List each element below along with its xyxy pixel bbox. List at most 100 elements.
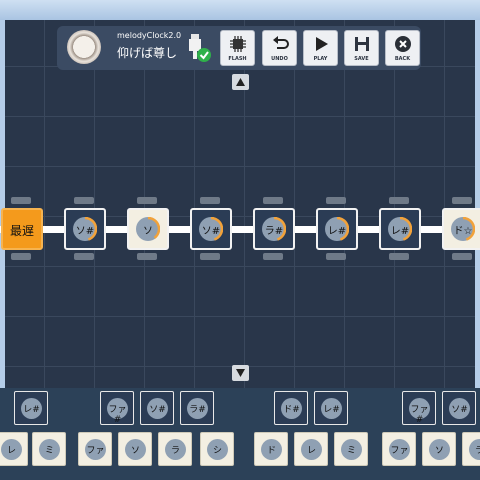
note-label: ファ: [86, 446, 105, 456]
palette-note-button[interactable]: ラ: [462, 432, 480, 466]
note-label: ド#: [283, 405, 300, 415]
palette-note-button[interactable]: ファ: [78, 432, 112, 466]
note-label: レ: [6, 446, 16, 456]
sequence-note-node[interactable]: ソ#: [190, 208, 232, 250]
note-circle: ミ: [341, 439, 362, 460]
app-title: melodyClock2.0: [117, 31, 182, 40]
connector-slot-bottom[interactable]: [200, 253, 220, 260]
sequence-note-node[interactable]: ド☆: [442, 208, 480, 250]
palette-note-button[interactable]: ファ#: [100, 391, 134, 425]
palette-note-button[interactable]: ソ#: [442, 391, 476, 425]
sequence-note-node[interactable]: レ#: [316, 208, 358, 250]
arrow-down-icon: [236, 369, 245, 377]
connector-slot-bottom[interactable]: [326, 253, 346, 260]
palette-note-button[interactable]: レ#: [14, 391, 48, 425]
connector-slot-bottom[interactable]: [137, 253, 157, 260]
clock-thumbnail: [67, 30, 101, 64]
note-label: レ#: [327, 226, 347, 237]
toolbar: melodyClock2.0 仰げば尊し FLASH UNDO PLAY SAV…: [57, 26, 421, 70]
note-label: ソ#: [451, 405, 468, 415]
connector-slot-bottom[interactable]: [74, 253, 94, 260]
note-label: ソ: [143, 226, 153, 237]
note-label: ファ#: [108, 405, 127, 425]
note-circle: レ: [1, 439, 22, 460]
palette-note-button[interactable]: ソ: [422, 432, 456, 466]
note-label: ファ#: [410, 405, 429, 425]
note-circle: ソ: [125, 439, 146, 460]
note-circle: ド: [261, 439, 282, 460]
undo-button[interactable]: UNDO: [262, 30, 297, 66]
flash-label: FLASH: [228, 56, 247, 62]
note-circle: ファ#: [107, 398, 128, 425]
scroll-up-button[interactable]: [232, 74, 249, 90]
palette-note-button[interactable]: ラ: [158, 432, 192, 466]
sequence-note-node[interactable]: ラ#: [253, 208, 295, 250]
palette-note-button[interactable]: レ: [294, 432, 328, 466]
note-circle: ラ: [165, 439, 186, 460]
play-button[interactable]: PLAY: [303, 30, 338, 66]
note-circle: ファ: [85, 439, 106, 460]
note-circle: ソ#: [199, 217, 223, 241]
note-circle: ソ#: [73, 217, 97, 241]
note-label: ミ: [44, 446, 54, 456]
note-label: ソ#: [149, 405, 166, 415]
note-circle: ラ: [469, 439, 480, 460]
note-circle: レ#: [388, 217, 412, 241]
note-label: レ#: [323, 405, 340, 415]
palette-note-button[interactable]: ラ#: [180, 391, 214, 425]
palette-note-button[interactable]: レ: [0, 432, 28, 466]
palette-note-button[interactable]: ド#: [274, 391, 308, 425]
connector-slot-bottom[interactable]: [389, 253, 409, 260]
connector-slot-top[interactable]: [11, 197, 31, 204]
palette-note-button[interactable]: ミ: [32, 432, 66, 466]
palette-note-button[interactable]: ミ: [334, 432, 368, 466]
note-circle: レ#: [321, 398, 342, 419]
note-circle: レ: [301, 439, 322, 460]
palette-note-button[interactable]: ソ: [118, 432, 152, 466]
sequence-note-node[interactable]: レ#: [379, 208, 421, 250]
note-circle: ソ: [429, 439, 450, 460]
undo-icon: [273, 36, 289, 49]
connector-slot-bottom[interactable]: [452, 253, 472, 260]
start-node-label: 最遅: [9, 224, 34, 238]
save-button[interactable]: SAVE: [344, 30, 379, 66]
palette-note-button[interactable]: ド: [254, 432, 288, 466]
note-circle: ミ: [39, 439, 60, 460]
palette-note-button[interactable]: レ#: [314, 391, 348, 425]
connector-slot-bottom[interactable]: [263, 253, 283, 260]
note-label: レ: [306, 446, 316, 456]
note-label: ラ: [170, 446, 180, 456]
connector-slot-bottom[interactable]: [11, 253, 31, 260]
note-label: ラ#: [264, 226, 284, 237]
connector-slot-top[interactable]: [200, 197, 220, 204]
note-circle: レ#: [325, 217, 349, 241]
note-circle: シ: [207, 439, 228, 460]
connector-slot-top[interactable]: [389, 197, 409, 204]
sequence-note-node[interactable]: ソ: [127, 208, 169, 250]
close-icon: [395, 36, 411, 52]
note-label: シ: [212, 446, 222, 456]
palette-note-button[interactable]: ファ: [382, 432, 416, 466]
sequence-note-node[interactable]: ソ#: [64, 208, 106, 250]
note-label: ラ: [474, 446, 480, 456]
flash-button[interactable]: FLASH: [220, 30, 255, 66]
scroll-down-button[interactable]: [232, 365, 249, 381]
connector-slot-top[interactable]: [74, 197, 94, 204]
connector-slot-top[interactable]: [137, 197, 157, 204]
start-node[interactable]: 最遅: [1, 208, 43, 250]
palette-note-button[interactable]: ファ#: [402, 391, 436, 425]
back-button[interactable]: BACK: [385, 30, 420, 66]
note-circle: ソ#: [449, 398, 470, 419]
palette-note-button[interactable]: ソ#: [140, 391, 174, 425]
connector-slot-top[interactable]: [452, 197, 472, 204]
connector-slot-top[interactable]: [263, 197, 283, 204]
note-circle: ソ: [136, 217, 160, 241]
play-icon: [316, 37, 328, 51]
note-label: レ#: [390, 226, 410, 237]
note-label: ファ: [390, 446, 409, 456]
connector-slot-top[interactable]: [326, 197, 346, 204]
palette-note-button[interactable]: シ: [200, 432, 234, 466]
arrow-up-icon: [236, 78, 245, 86]
save-label: SAVE: [354, 56, 369, 62]
undo-label: UNDO: [271, 56, 288, 62]
